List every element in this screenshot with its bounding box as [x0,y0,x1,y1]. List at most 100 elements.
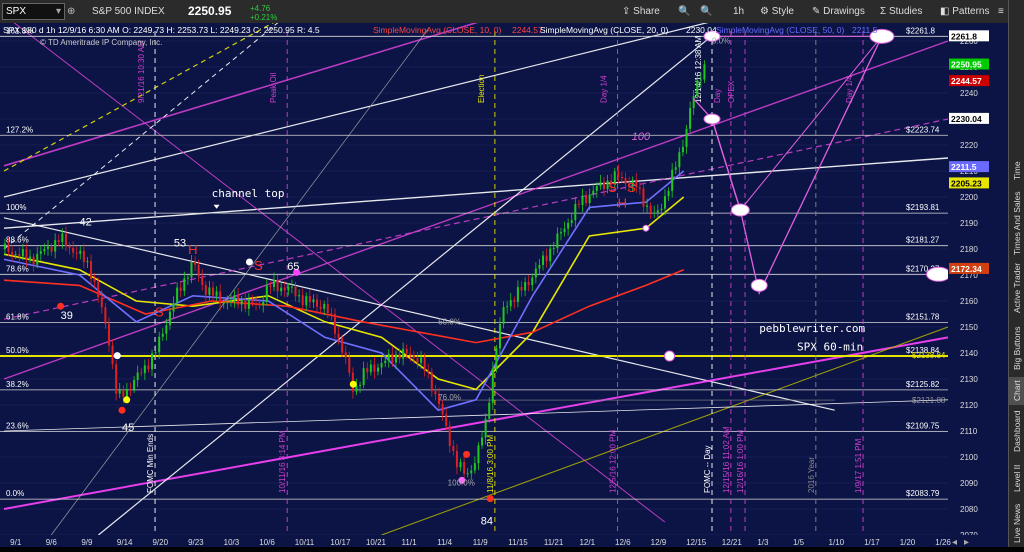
candle-body [348,357,351,373]
candle-body [405,348,408,354]
candle-body [427,370,430,373]
event-label: Election [477,75,486,103]
candle-body [563,228,566,233]
y-tick-label: 2120 [960,401,978,410]
sma10-value: 2244.57 [512,25,543,35]
annotation-text: 100.0% [448,479,475,488]
y-axis-bg [948,23,1008,547]
share-button[interactable]: ⇪ Share [622,4,660,19]
candle-body [667,190,670,197]
candle-body [538,264,541,269]
candle-body [330,313,333,315]
candle-body [488,402,491,419]
candle-body [312,299,315,303]
candle-body [646,205,649,207]
sidebar-tab[interactable]: Dashboard [1009,405,1024,457]
y-tick-label: 2080 [960,505,978,514]
candle-body [663,196,666,209]
sidebar-tab[interactable]: Time [1009,153,1024,189]
annotation-text: 45 [122,422,134,434]
projection-target [664,350,676,362]
candle-body [377,367,380,372]
candle-body [176,287,179,304]
candle-body [183,278,186,291]
candle-body [226,302,229,304]
studies-button[interactable]: Σ Studies [880,4,922,19]
candles [3,60,706,481]
patterns-button[interactable]: ◧ Patterns [940,4,989,19]
patterns-icon: ◧ [940,6,950,17]
marker-dot [118,406,126,414]
quote-line: SPX 180 d 1h 12/9/16 6:30 AM O: 2249.73 … [3,25,320,35]
x-tick-label: 1/17 [864,538,880,547]
candle-body [398,354,401,359]
sidebar-tab[interactable]: Big Buttons [1009,319,1024,377]
x-tick-label: 12/6 [615,538,631,547]
price-tag-value: 2244.57 [951,76,982,86]
fib-level-value: $2151.78 [906,312,940,321]
style-button[interactable]: ⚙ Style [760,4,794,19]
candle-body [290,286,293,288]
candle-body [581,195,584,205]
candle-body [68,246,71,248]
candle-body [90,261,93,280]
candle-body [430,372,433,392]
sidebar-tab[interactable]: Times And Sales [1009,189,1024,257]
drawings-button[interactable]: ✎ Drawings [812,4,865,19]
fib-level-value: $2223.74 [906,125,940,134]
x-tick-label: 10/21 [366,538,387,547]
zoom-in-icon[interactable]: 🔍 [678,4,690,19]
symbol-text: SPX [6,6,27,17]
candle-body [255,303,258,305]
candle-body [258,303,261,306]
candle-body [21,249,24,257]
candle-body [25,249,28,260]
projection-target [703,113,721,125]
candle-body [387,353,390,361]
candle-body [179,287,182,291]
candle-body [75,252,78,254]
sidebar-tab[interactable]: Chart [1009,377,1024,405]
fib-level-value: $2083.79 [906,489,940,498]
y-tick-label: 2190 [960,219,978,228]
sidebar-tab[interactable]: Live News [1009,499,1024,547]
annotation-text: S [254,258,263,273]
chevron-down-icon: ▾ [55,6,61,17]
candle-body [542,255,545,265]
event-label: OPEX [727,80,736,103]
style-icon: ⚙ [760,6,769,17]
chart-area[interactable]: 161.8% $2261.8 127.2% $2223.74 100% $2193.81 8… [0,0,1008,548]
candle-body [366,368,369,373]
candle-body [341,337,344,353]
candle-body [61,233,64,243]
scroll-left-icon: ◂ [952,537,957,547]
event-label: FOMC Min Ends [146,434,155,493]
candle-body [43,248,46,252]
event-label: 2016 Year [807,457,816,493]
candle-body [190,261,193,278]
trend-line [98,35,713,536]
add-icon[interactable]: ⊕ [67,4,75,19]
event-label: 10/11/16 3:14 PM [278,430,287,493]
studies-label: Studies [888,6,923,17]
sidebar-tab[interactable]: Active Trader [1009,257,1024,319]
symbol-input[interactable]: SPX ▾ [2,3,65,20]
candle-body [272,279,275,287]
zoom-out-icon[interactable]: 🔍 [700,4,712,19]
candle-body [452,446,455,451]
sidebar-tab[interactable]: Level II [1009,457,1024,499]
fib-level-pct: 61.8% [6,312,29,321]
price-chart[interactable]: 161.8% $2261.8127.2% $2223.74100% $2193.818… [0,0,1008,548]
annotation-text: 65 [287,261,299,273]
menu-icon[interactable]: ≡ [998,4,1004,19]
ma-line-yellow [3,196,685,391]
annotation-text: S [627,180,636,195]
interval-button[interactable]: 1h [733,4,744,19]
candle-body [14,254,17,256]
candle-body [337,333,340,338]
candle-body [484,418,487,438]
x-tick-label: 10/11 [295,538,315,547]
grid-lines [0,40,948,536]
candle-body [502,307,505,324]
copyright: © TD Ameritrade IP Company, Inc. [40,38,162,47]
